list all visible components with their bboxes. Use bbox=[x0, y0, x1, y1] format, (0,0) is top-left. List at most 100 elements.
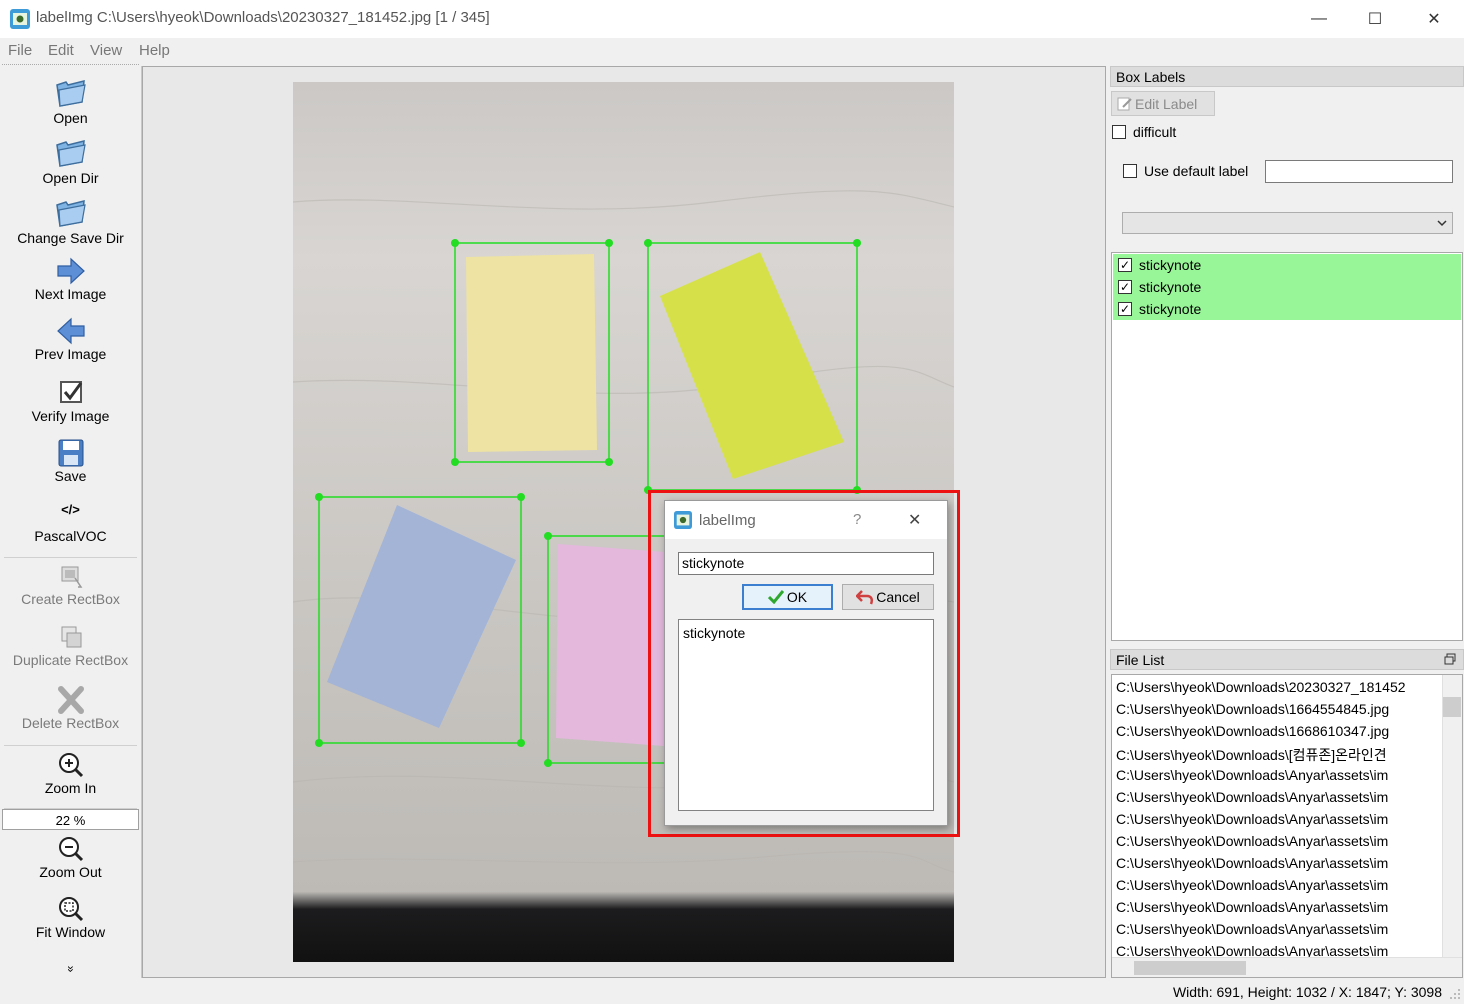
change-save-dir-button[interactable]: Change Save Dir bbox=[0, 196, 141, 246]
file-list-item[interactable]: C:\Users\hyeok\Downloads\Anyar\assets\im bbox=[1116, 899, 1388, 915]
menu-bar bbox=[0, 38, 1464, 64]
maximize-icon: ☐ bbox=[1367, 11, 1383, 28]
default-label-input[interactable] bbox=[1265, 160, 1453, 183]
file-list-item[interactable]: C:\Users\hyeok\Downloads\[컴퓨존]온라인견 bbox=[1116, 745, 1387, 765]
undock-icon[interactable] bbox=[1444, 653, 1456, 665]
toolbar-more-icon[interactable]: » bbox=[64, 959, 78, 979]
delete-rectbox-button[interactable]: Delete RectBox bbox=[0, 685, 141, 731]
label-item-text: stickynote bbox=[1139, 279, 1202, 295]
ok-label: OK bbox=[786, 589, 808, 605]
save-button[interactable]: Save bbox=[0, 438, 141, 484]
file-list-item[interactable]: C:\Users\hyeok\Downloads\Anyar\assets\im bbox=[1116, 811, 1388, 827]
file-list-item[interactable]: C:\Users\hyeok\Downloads\Anyar\assets\im bbox=[1116, 789, 1388, 805]
label-combobox[interactable] bbox=[1122, 212, 1453, 234]
label-input[interactable]: stickynote bbox=[678, 552, 934, 575]
file-list-item[interactable]: C:\Users\hyeok\Downloads\Anyar\assets\im bbox=[1116, 855, 1388, 871]
zoom-in-button[interactable]: Zoom In bbox=[0, 750, 141, 796]
file-list-item[interactable]: C:\Users\hyeok\Downloads\Anyar\assets\im bbox=[1116, 833, 1388, 849]
arrow-left-icon bbox=[56, 317, 85, 345]
prev-image-label: Prev Image bbox=[34, 346, 107, 362]
open-dir-label: Open Dir bbox=[42, 170, 99, 186]
scrollbar-thumb[interactable] bbox=[1443, 697, 1461, 717]
edit-label-button[interactable]: Edit Label bbox=[1111, 91, 1215, 116]
window-title: labelImg C:\Users\hyeok\Downloads\202303… bbox=[36, 9, 490, 26]
edit-label-text: Edit Label bbox=[1135, 95, 1198, 112]
zoom-in-icon bbox=[58, 753, 83, 778]
scrollbar-thumb[interactable] bbox=[1134, 961, 1246, 975]
label-list-item[interactable]: ✓ stickynote bbox=[1113, 254, 1461, 276]
file-list-item[interactable]: C:\Users\hyeok\Downloads\Anyar\assets\im bbox=[1116, 767, 1388, 783]
lime-sticky-note bbox=[660, 252, 844, 479]
menu-view[interactable]: View bbox=[90, 42, 122, 59]
open-dir-button[interactable]: Open Dir bbox=[0, 136, 141, 186]
resize-grip-icon[interactable] bbox=[1449, 988, 1461, 1000]
zoom-out-label: Zoom Out bbox=[39, 864, 102, 880]
duplicate-rectbox-button[interactable]: Duplicate RectBox bbox=[0, 624, 141, 668]
toolbar-grip bbox=[2, 64, 139, 65]
prev-image-button[interactable]: Prev Image bbox=[0, 316, 141, 362]
file-list-item[interactable]: C:\Users\hyeok\Downloads\1664554845.jpg bbox=[1116, 701, 1389, 717]
vertical-scrollbar[interactable] bbox=[1442, 675, 1462, 959]
fit-window-label: Fit Window bbox=[35, 924, 106, 940]
delete-x-icon bbox=[57, 686, 84, 714]
status-text: Width: 691, Height: 1032 / X: 1847; Y: 3… bbox=[1172, 984, 1442, 1000]
difficult-checkbox[interactable] bbox=[1112, 125, 1126, 139]
app-icon bbox=[674, 511, 692, 529]
create-rectbox-icon bbox=[61, 566, 82, 588]
folder-icon bbox=[55, 200, 86, 227]
cancel-button[interactable]: Cancel bbox=[842, 584, 934, 610]
label-list[interactable]: ✓ stickynote ✓ stickynote ✓ stickynote bbox=[1111, 252, 1463, 641]
open-label: Open bbox=[53, 110, 88, 126]
label-list-item[interactable]: ✓ stickynote bbox=[1113, 276, 1461, 298]
next-image-label: Next Image bbox=[34, 286, 107, 302]
zoom-value-field[interactable]: 22 % bbox=[2, 809, 139, 830]
fit-window-button[interactable]: Fit Window bbox=[0, 894, 141, 940]
close-icon: ✕ bbox=[1427, 11, 1441, 28]
create-rectbox-label: Create RectBox bbox=[21, 591, 120, 607]
file-list[interactable]: C:\Users\hyeok\Downloads\20230327_181452… bbox=[1111, 674, 1463, 978]
maximize-button[interactable]: ☐ bbox=[1346, 0, 1404, 38]
verify-image-button[interactable]: Verify Image bbox=[0, 378, 141, 424]
horizontal-scrollbar[interactable] bbox=[1112, 957, 1462, 977]
save-label: Save bbox=[54, 468, 87, 484]
label-list-item[interactable]: ✓ stickynote bbox=[1113, 298, 1461, 320]
toolbar-separator bbox=[4, 745, 137, 746]
menu-edit[interactable]: Edit bbox=[48, 42, 74, 59]
format-label: PascalVOC bbox=[34, 528, 107, 544]
label-item-text: stickynote bbox=[1139, 257, 1202, 273]
label-history-item[interactable]: stickynote bbox=[683, 625, 745, 641]
label-history-list[interactable]: stickynote bbox=[678, 619, 934, 811]
label-item-checkbox[interactable]: ✓ bbox=[1118, 302, 1132, 316]
arrow-right-icon bbox=[56, 257, 85, 285]
next-image-button[interactable]: Next Image bbox=[0, 256, 141, 302]
zoom-out-button[interactable]: Zoom Out bbox=[0, 834, 141, 880]
create-rectbox-button[interactable]: Create RectBox bbox=[0, 563, 141, 607]
file-list-title: File List bbox=[1110, 649, 1464, 670]
zoom-out-icon bbox=[58, 837, 83, 862]
file-list-item[interactable]: C:\Users\hyeok\Downloads\20230327_181452 bbox=[1116, 679, 1406, 695]
cancel-label: Cancel bbox=[876, 589, 920, 605]
ok-button[interactable]: OK bbox=[742, 584, 833, 610]
menu-help[interactable]: Help bbox=[139, 42, 170, 59]
label-item-checkbox[interactable]: ✓ bbox=[1118, 280, 1132, 294]
blue-sticky-note bbox=[327, 505, 516, 728]
help-icon[interactable]: ? bbox=[853, 511, 861, 528]
menu-file[interactable]: File bbox=[8, 42, 32, 59]
close-button[interactable]: ✕ bbox=[1405, 0, 1463, 38]
fit-window-icon bbox=[58, 897, 83, 922]
yellow-sticky-note bbox=[466, 254, 597, 452]
use-default-label-checkbox[interactable] bbox=[1123, 164, 1137, 178]
minimize-icon: — bbox=[1311, 10, 1327, 27]
chevron-down-icon bbox=[1437, 220, 1447, 227]
duplicate-icon bbox=[61, 626, 81, 648]
file-list-item[interactable]: C:\Users\hyeok\Downloads\Anyar\assets\im bbox=[1116, 921, 1388, 937]
minimize-button[interactable]: — bbox=[1290, 0, 1348, 38]
file-list-item[interactable]: C:\Users\hyeok\Downloads\1668610347.jpg bbox=[1116, 723, 1389, 739]
dialog-close-icon[interactable]: ✕ bbox=[908, 510, 921, 530]
label-dialog: labelImg ? ✕ stickynote OK Cancel sticky… bbox=[664, 500, 948, 826]
file-list-item[interactable]: C:\Users\hyeok\Downloads\Anyar\assets\im bbox=[1116, 877, 1388, 893]
open-button[interactable]: Open bbox=[0, 76, 141, 126]
label-item-checkbox[interactable]: ✓ bbox=[1118, 258, 1132, 272]
format-button[interactable]: </> PascalVOC bbox=[0, 502, 141, 544]
undo-arrow-icon bbox=[856, 590, 874, 605]
